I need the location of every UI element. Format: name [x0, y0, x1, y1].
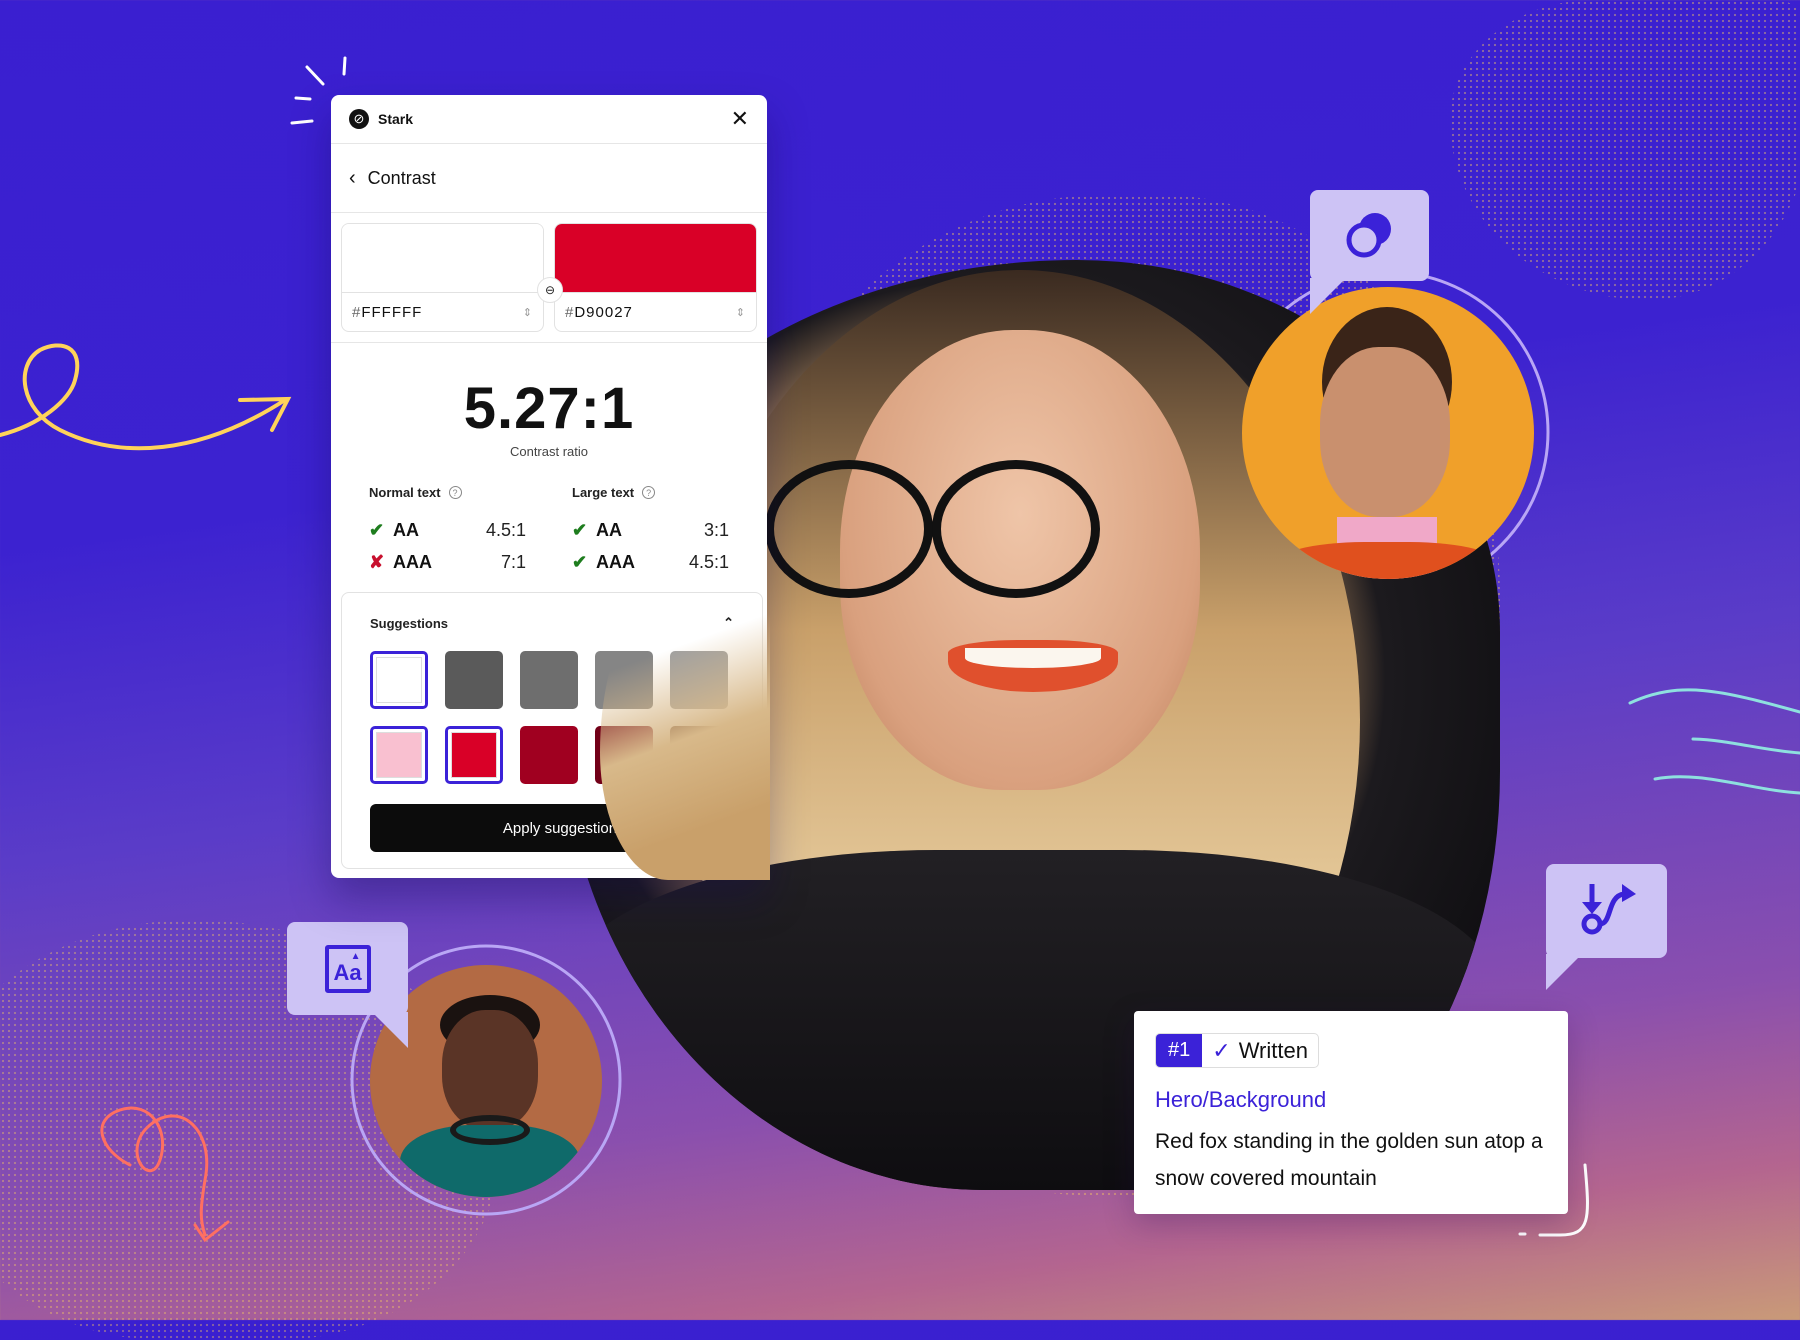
avatar-woman-orange [1242, 287, 1534, 579]
foreground-swatch[interactable] [342, 224, 543, 292]
foreground-hex-input[interactable]: FFFFFF [361, 304, 522, 321]
check-icon: ✓ [1212, 1037, 1231, 1063]
heart-arrow-doodle [100, 1106, 230, 1243]
typography-icon-bubble: ▲ Aa [287, 922, 408, 1048]
suggestion-swatch[interactable] [520, 651, 578, 709]
swatch-fill [451, 732, 497, 778]
normal-text-results: Normal text? ✔ AA 4.5:1 ✘ AAA 7:1 [369, 485, 526, 578]
contrast-ratio-label: Contrast ratio [509, 444, 589, 459]
reading-order-flow-icon [1581, 884, 1636, 935]
text-size-label: Aa [333, 959, 362, 985]
stepper-icon[interactable]: ⇕ [523, 306, 533, 319]
badge-number: #1 [1156, 1034, 1203, 1067]
check-icon: ✔ [572, 519, 588, 540]
contrast-ratio-value: 5.27:1 [463, 376, 635, 441]
layer-name[interactable]: Hero/Background [1155, 1087, 1326, 1113]
alt-text-card: #1 ✓ Written Hero/Background Red fox stan… [1134, 1011, 1568, 1214]
check-icon: ✔ [369, 519, 385, 540]
app-title: Stark [378, 111, 414, 127]
text-size-icon: ▲ Aa [324, 944, 371, 993]
chevron-left-icon: ‹ [349, 166, 356, 189]
wcag-row: ✔ AA 3:1 [572, 519, 729, 540]
link-swap-icon[interactable]: ⊖ [537, 277, 563, 303]
suggestion-swatch[interactable] [370, 651, 428, 709]
contrast-icon-bubble [1310, 190, 1429, 314]
wcag-row: ✘ AAA 7:1 [369, 551, 526, 572]
suggestion-swatch[interactable] [370, 726, 428, 784]
foreground-color-picker[interactable]: # FFFFFF ⇕ [341, 223, 544, 332]
swatch-fill [376, 657, 422, 703]
wcag-row: ✔ AA 4.5:1 [369, 519, 526, 540]
glasses-right [932, 460, 1100, 598]
help-icon[interactable]: ? [642, 486, 656, 499]
focus-order-icon-bubble [1546, 864, 1667, 990]
alt-text-description: Red fox standing in the golden sun atop … [1155, 1130, 1543, 1190]
back-button[interactable]: ‹ Contrast [331, 144, 767, 213]
status-badge: #1 ✓ Written [1155, 1033, 1319, 1068]
swatch-fill [376, 732, 422, 778]
background-color-picker[interactable]: # D90027 ⇕ [554, 223, 757, 332]
cross-icon: ✘ [369, 551, 385, 572]
loop-arrow-doodle [0, 343, 292, 451]
help-icon[interactable]: ? [448, 486, 462, 499]
glasses-left [765, 460, 933, 598]
color-pair: # FFFFFF ⇕ # D90027 ⇕ ⊖ [331, 213, 767, 343]
close-icon[interactable]: ✕ [731, 106, 749, 132]
suggestion-swatch[interactable] [445, 726, 503, 784]
background-swatch[interactable] [555, 224, 756, 292]
section-title: Contrast [367, 167, 436, 188]
stepper-icon[interactable]: ⇕ [736, 306, 746, 319]
panel-header: ⊘ Stark ✕ [331, 95, 767, 144]
background-hex-input[interactable]: D90027 [574, 304, 735, 321]
stark-logo-icon: ⊘ [349, 109, 369, 129]
check-icon: ✔ [572, 551, 588, 572]
overlapping-circles-icon [1346, 212, 1391, 257]
hair-lines-doodle [1628, 688, 1800, 795]
suggestion-swatch[interactable] [445, 651, 503, 709]
suggestion-swatch[interactable] [520, 726, 578, 784]
teeth [965, 648, 1101, 668]
